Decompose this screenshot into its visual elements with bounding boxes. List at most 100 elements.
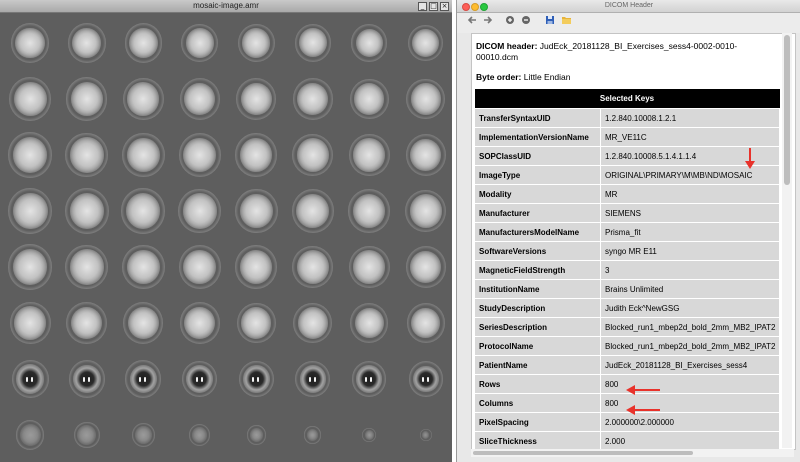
key-cell: Rows: [474, 374, 601, 394]
brain-tissue: [134, 426, 152, 444]
ventricle: [308, 377, 311, 382]
open-folder-icon[interactable]: [559, 15, 573, 29]
ventricle: [195, 377, 198, 382]
value-cell: 2.000000\2.000000: [600, 412, 780, 432]
table-row: Modality MR: [474, 184, 780, 204]
brain-tissue: [410, 83, 441, 115]
key-cell: ImplementationVersionName: [474, 127, 601, 147]
brain-tissue: [299, 365, 326, 393]
table-row: PatientName JudEck_20181128_BI_Exercises_…: [474, 355, 780, 375]
brain-tissue: [14, 306, 47, 340]
key-cell: SeriesDescription: [474, 317, 601, 337]
forward-arrow-icon[interactable]: [481, 15, 495, 29]
brain-tissue: [353, 250, 386, 284]
table-row: ProtocolName Blocked_run1_mbep2d_bold_2mm…: [474, 336, 780, 356]
brain-tissue: [409, 194, 442, 228]
brain-tissue: [16, 364, 45, 394]
value-cell: 3: [600, 260, 780, 280]
key-cell: PixelSpacing: [474, 412, 601, 432]
vertical-scroll-thumb[interactable]: [784, 35, 790, 185]
value-cell: 2.000: [600, 431, 780, 449]
brain-tissue: [127, 82, 160, 116]
table-row: StudyDescription Judith Eck^NewGSG: [474, 298, 780, 318]
brain-tissue: [240, 82, 272, 116]
value-cell: Brains Unlimited: [600, 279, 780, 299]
brain-tissue: [13, 81, 47, 116]
table-row: ImageType ORIGINAL\PRIMARY\M\MB\ND\MOSAIC: [474, 165, 780, 185]
brain-tissue: [183, 249, 217, 285]
key-cell: ImageType: [474, 165, 601, 185]
ventricle: [144, 377, 147, 382]
brain-tissue: [192, 427, 208, 443]
arrow-down-annotation-icon: [745, 148, 755, 169]
minimize-button[interactable]: _: [418, 2, 427, 11]
table-row: PixelSpacing 2.000000\2.000000: [474, 412, 780, 432]
brain-tissue: [412, 365, 439, 393]
mosaic-window-titlebar[interactable]: mosaic-image.amr _ □ ×: [0, 0, 452, 13]
zoom-out-icon[interactable]: [519, 15, 533, 29]
horizontal-scroll-thumb[interactable]: [473, 451, 693, 455]
key-cell: Manufacturer: [474, 203, 601, 223]
key-cell: StudyDescription: [474, 298, 601, 318]
maximize-button[interactable]: □: [429, 2, 438, 11]
vertical-scrollbar[interactable]: [782, 33, 792, 448]
brain-tissue: [422, 431, 430, 439]
brain-tissue: [19, 424, 41, 446]
horizontal-scrollbar[interactable]: [471, 449, 794, 457]
value-cell: syngo MR E11: [600, 241, 780, 261]
value-cell: JudEck_20181128_BI_Exercises_sess4: [600, 355, 780, 375]
dicom-header-title: DICOM Header: [604, 2, 654, 9]
brain-tissue: [184, 306, 216, 339]
brain-tissue: [185, 28, 214, 58]
ventricle: [200, 377, 203, 382]
brain-tissue: [298, 28, 327, 58]
value-cell: SIEMENS: [600, 203, 780, 223]
table-row: MagneticFieldStrength 3: [474, 260, 780, 280]
selected-keys-header: Selected Keys: [474, 89, 780, 109]
brain-tissue: [129, 364, 157, 394]
value-cell: Judith Eck^NewGSG: [600, 298, 780, 318]
brain-tissue: [241, 307, 272, 339]
table-row: SoftwareVersions syngo MR E11: [474, 241, 780, 261]
brain-tissue: [355, 28, 383, 58]
mosaic-window: mosaic-image.amr _ □ ×: [0, 0, 452, 462]
ventricle: [26, 377, 29, 382]
save-icon[interactable]: [543, 15, 557, 29]
table-row: SeriesDescription Blocked_run1_mbep2d_bol…: [474, 317, 780, 337]
close-button[interactable]: ×: [440, 2, 449, 11]
key-cell: PatientName: [474, 355, 601, 375]
brain-tissue: [307, 429, 319, 441]
brain-tissue: [242, 28, 271, 58]
brain-tissue: [296, 193, 330, 229]
ventricle: [426, 377, 429, 382]
brain-tissue: [126, 249, 160, 285]
brain-tissue: [242, 365, 270, 393]
brain-tissue: [356, 365, 383, 393]
key-cell: ManufacturersModelName: [474, 222, 601, 242]
brain-tissue: [249, 428, 263, 442]
brain-tissue: [182, 193, 217, 229]
ventricle: [257, 377, 260, 382]
value-cell: MR: [600, 184, 780, 204]
arrow-left-annotation-icon: [626, 385, 660, 395]
brain-tissue: [77, 425, 97, 445]
dicom-header-titlebar[interactable]: DICOM Header: [457, 0, 800, 13]
brain-tissue: [239, 193, 273, 229]
byte-order-line: Byte order: Little Endian: [476, 72, 571, 82]
table-row: ManufacturersModelName Prisma_fit: [474, 222, 780, 242]
table-row: InstitutionName Brains Unlimited: [474, 279, 780, 299]
key-cell: SOPClassUID: [474, 146, 601, 166]
brain-tissue: [69, 249, 104, 285]
table-row: TransferSyntaxUID 1.2.840.10008.1.2.1: [474, 108, 780, 128]
mosaic-image[interactable]: [0, 13, 452, 462]
key-cell: MagneticFieldStrength: [474, 260, 601, 280]
brain-tissue: [353, 138, 386, 172]
table-row: Manufacturer SIEMENS: [474, 203, 780, 223]
value-cell: Blocked_run1_mbep2d_bold_2mm_MB2_IPAT2: [600, 336, 780, 356]
brain-tissue: [69, 193, 104, 229]
ventricle: [370, 377, 373, 382]
brain-tissue: [364, 430, 374, 440]
brain-tissue: [127, 306, 159, 340]
back-arrow-icon[interactable]: [465, 15, 479, 29]
zoom-in-icon[interactable]: [503, 15, 517, 29]
